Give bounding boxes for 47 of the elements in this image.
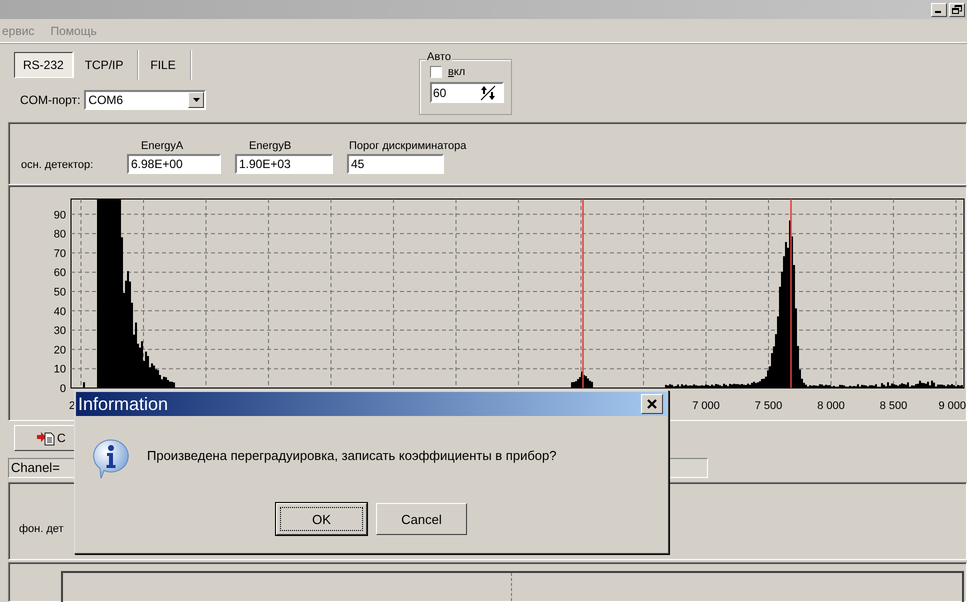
- info-icon: [91, 438, 131, 480]
- com-port-dropdown[interactable]: COM6: [84, 90, 206, 110]
- y-axis-label: 70: [54, 247, 66, 260]
- x-axis-label: 8 500: [880, 400, 908, 412]
- com-port-label: COM-порт:: [20, 93, 80, 108]
- restore-button[interactable]: [949, 2, 965, 17]
- tab[interactable]: RS-232: [14, 52, 73, 78]
- y-axis-label: 50: [54, 286, 66, 298]
- restore-icon: [952, 5, 962, 14]
- y-axis-label: 80: [54, 228, 66, 240]
- x-axis-label: 8 000: [817, 400, 845, 412]
- field-label: Порог дискриминатора: [348, 140, 466, 152]
- x-axis-label: 7 000: [692, 400, 720, 412]
- document-arrow-icon: [37, 430, 55, 446]
- auto-group-title: Авто: [426, 51, 452, 64]
- input-field[interactable]: 45: [347, 154, 444, 174]
- minimize-button[interactable]: [931, 2, 947, 17]
- cancel-button[interactable]: Cancel: [376, 503, 467, 535]
- input-field[interactable]: 6.98E+00: [127, 154, 221, 174]
- close-icon: [647, 399, 657, 409]
- y-axis-label: 90: [54, 208, 66, 221]
- field-label: EnergyB: [248, 140, 292, 152]
- input-field[interactable]: 1.90E+03: [235, 154, 333, 174]
- x-axis-label: 7 500: [754, 400, 782, 412]
- dialog-message: Произведена переградуировка, записать коэффициенты в прибор?: [147, 448, 556, 465]
- close-button[interactable]: [641, 394, 663, 414]
- field-label: EnergyA: [140, 140, 184, 152]
- dialog-title: Information: [78, 394, 168, 414]
- tab[interactable]: TCP/IP: [74, 50, 138, 80]
- interval-spinner[interactable]: 60: [430, 82, 504, 104]
- auto-checkbox-label: вкл: [448, 66, 466, 78]
- y-axis-label: 30: [54, 324, 66, 337]
- marker-line[interactable]: [582, 198, 584, 388]
- ok-button[interactable]: OK: [276, 503, 367, 535]
- y-axis-label: 60: [54, 266, 66, 279]
- dropdown-arrow-icon: [192, 98, 200, 102]
- background-detector-label: фон. дет: [19, 523, 64, 536]
- auto-checkbox[interactable]: [430, 66, 442, 78]
- y-axis-label: 40: [54, 305, 66, 318]
- x-axis-label: 9 000: [938, 400, 966, 412]
- marker-line[interactable]: [790, 198, 792, 388]
- y-axis-label: 20: [54, 344, 66, 356]
- y-axis-label: 0: [60, 382, 66, 395]
- y-axis-label: 10: [54, 363, 66, 376]
- detector-label: осн. детектор:: [21, 158, 94, 173]
- tab[interactable]: FILE: [140, 50, 191, 80]
- up-down-arrows-icon[interactable]: [480, 84, 496, 101]
